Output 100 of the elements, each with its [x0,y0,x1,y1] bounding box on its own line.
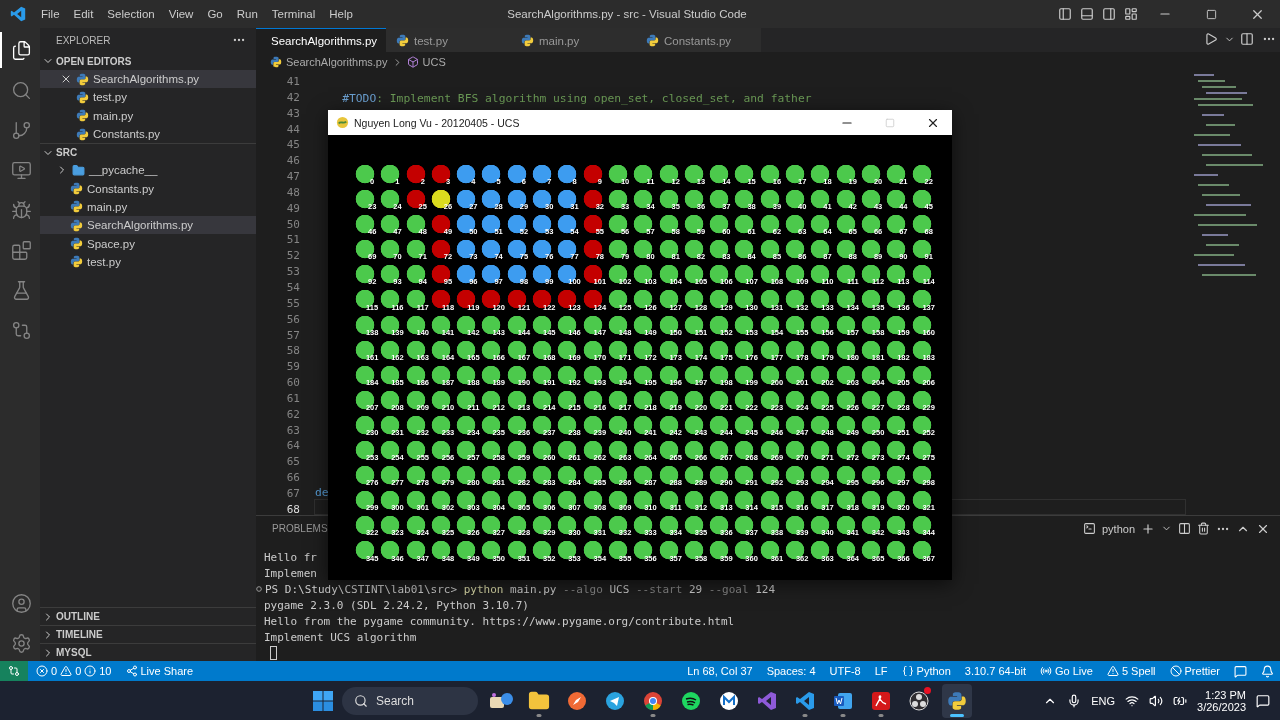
taskbar-app[interactable] [942,683,972,718]
telegram-icon[interactable] [605,690,625,711]
visual-studio-icon[interactable] [757,690,777,711]
vscode-logo [10,6,26,22]
status-item[interactable]: 3.10.7 64-bit [958,661,1032,681]
notification-icon[interactable] [1256,693,1270,708]
plus-icon[interactable] [1141,521,1155,536]
error-count[interactable]: 0 [51,665,58,677]
file-name: Constants.py [93,128,161,141]
section-title[interactable]: OPEN EDITORS [56,55,132,67]
status-item[interactable]: LF [868,661,894,681]
editor-tab[interactable]: main.py [511,28,636,52]
word-icon[interactable] [833,690,853,711]
explorer-row[interactable]: Space.py [40,234,256,253]
python-icon [270,56,282,68]
explorer-row[interactable]: __pycache__ [40,161,256,180]
line-number: 61 [285,390,300,407]
section-title[interactable]: MYSQL [56,647,92,658]
breadcrumb-item[interactable]: UCS [422,56,446,68]
menu-item[interactable]: View [161,8,201,20]
widgets-icon[interactable] [488,690,514,711]
python-icon [76,72,89,86]
line-number: 64 [285,438,300,455]
error-icon[interactable] [36,665,48,677]
line-number: 51 [285,232,300,249]
split-icon[interactable] [1178,522,1191,535]
terminal-line: Implemen [264,566,317,580]
spotify-icon[interactable] [681,690,701,711]
menu-item[interactable]: Help [322,8,360,20]
window-title: SearchAlgorithms.py - src - Visual Studio Code [506,8,748,20]
code-line: de [314,484,330,500]
status-item[interactable]: Python [895,661,957,681]
explorer-row[interactable]: SearchAlgorithms.py [40,70,256,89]
menu-item[interactable]: Selection [100,8,162,20]
menu-item[interactable]: Go [200,8,230,20]
status-item[interactable]: Live Share [119,661,200,681]
line-number: 43 [285,105,300,122]
status-item[interactable]: UTF-8 [823,661,867,681]
editor-tab[interactable]: Constants.py [636,28,761,52]
file-name: test.py [93,91,127,104]
section-title[interactable]: SRC [56,147,78,159]
explorer-row[interactable]: main.py [40,197,256,217]
menu-item[interactable]: Terminal [264,8,323,20]
line-number: 41 [285,74,300,90]
volume-icon[interactable] [1149,693,1164,708]
status-item[interactable]: Ln 68, Col 37 [681,661,759,681]
explorer-row[interactable]: main.py [40,106,256,125]
section-title[interactable]: TIMELINE [56,629,103,640]
python-icon [76,127,89,141]
menu-item[interactable]: File [34,8,67,20]
search-field[interactable]: Search [342,686,478,715]
section-title[interactable]: OUTLINE [56,611,100,622]
python-icon [521,34,534,47]
breadcrumb-item[interactable]: SearchAlgorithms.py [286,56,388,68]
status-item[interactable]: 5 Spell [1100,661,1162,681]
line-number: 52 [285,248,300,265]
explorer-row[interactable]: SearchAlgorithms.py [40,216,256,235]
folder-icon[interactable] [528,689,550,712]
editor-tab[interactable]: test.py [386,28,511,52]
mic-icon[interactable] [1067,693,1082,708]
terminal-icon [1082,522,1096,535]
trash-icon[interactable] [1197,522,1210,535]
warning-count[interactable]: 0 [75,665,82,677]
status-item[interactable]: Go Live [1033,661,1099,681]
acrobat-icon[interactable] [871,690,891,711]
obs-icon[interactable] [909,690,929,711]
remote-icon[interactable] [8,665,20,677]
feedback-icon[interactable] [1234,664,1247,678]
clock-date[interactable]: 3/26/2023 [1197,700,1246,713]
warning-icon[interactable] [60,665,73,677]
line-number: 44 [285,121,300,138]
maximize-icon[interactable] [1205,8,1217,20]
status-item[interactable]: Prettier [1163,661,1226,681]
menu-item[interactable]: Edit [66,8,101,20]
terminal-line: pygame 2.3.0 (SDL 2.24.2, Python 3.10.7) [264,598,529,612]
language-indicator[interactable]: ENG [1091,694,1116,707]
bell-icon[interactable] [1261,664,1274,678]
panel-tab[interactable]: PROBLEMS [272,522,328,535]
wifi-icon[interactable] [1125,693,1140,708]
explorer-row[interactable]: Constants.py [40,124,256,144]
vscode-icon[interactable] [795,690,815,711]
windows-logo-icon[interactable] [312,689,334,712]
explorer-row[interactable]: Constants.py [40,179,256,198]
chrome-icon[interactable] [643,690,663,711]
clock-time[interactable]: 1:23 PM [1205,688,1246,701]
compass-icon[interactable] [567,690,587,711]
menu-item[interactable]: Run [229,8,265,20]
status-item[interactable]: Spaces: 4 [760,661,822,681]
info-icon[interactable] [84,665,97,677]
editor-tab[interactable]: SearchAlgorithms.py [256,28,386,52]
braces-icon [901,665,914,677]
terminal-name[interactable]: python [1101,522,1135,535]
code-line: #TODO: Implement BFS algorithm using open_set, closed_set, and father [341,90,813,106]
explorer-row[interactable]: test.py [40,252,256,271]
search-icon[interactable] [354,693,368,708]
python-icon [70,255,83,269]
remote-button[interactable] [0,661,28,681]
mail-app-icon[interactable] [719,690,739,711]
info-count[interactable]: 10 [99,665,112,677]
explorer-row[interactable]: test.py [40,88,256,107]
